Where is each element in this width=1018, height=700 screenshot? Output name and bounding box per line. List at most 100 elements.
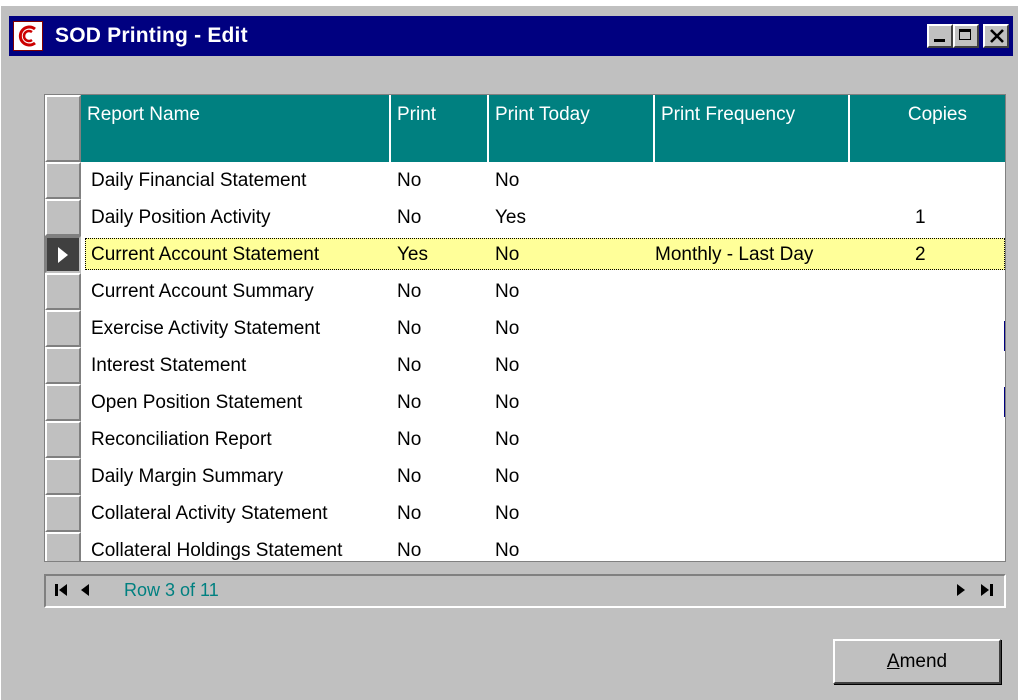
cell-report-name[interactable]: Interest Statement bbox=[91, 347, 391, 384]
cell-report-name[interactable]: Current Account Summary bbox=[91, 273, 391, 310]
cell-print-frequency[interactable] bbox=[655, 421, 845, 458]
cell-print-frequency[interactable] bbox=[655, 532, 845, 561]
cell-print-frequency[interactable] bbox=[655, 199, 845, 236]
cell-print-today[interactable]: No bbox=[495, 347, 645, 384]
cell-report-name[interactable]: Current Account Statement bbox=[91, 236, 391, 273]
column-header-print-today[interactable]: Print Today bbox=[489, 95, 655, 162]
previous-record-icon bbox=[81, 584, 89, 596]
last-record-icon bbox=[981, 584, 993, 596]
cell-print[interactable]: No bbox=[397, 199, 487, 236]
cell-print[interactable]: No bbox=[397, 162, 487, 199]
window: SOD Printing - Edit Report Name Print Pr… bbox=[0, 5, 1018, 700]
row-marker bbox=[1004, 387, 1005, 417]
amend-accelerator: A bbox=[886, 651, 900, 672]
row-selector[interactable] bbox=[45, 310, 81, 347]
cell-print[interactable]: No bbox=[397, 458, 487, 495]
column-header-print[interactable]: Print bbox=[391, 95, 489, 162]
cell-copies[interactable] bbox=[915, 458, 945, 495]
cell-report-name[interactable]: Collateral Activity Statement bbox=[91, 495, 391, 532]
cell-print-today[interactable]: Yes bbox=[495, 199, 645, 236]
grid-corner bbox=[45, 95, 81, 162]
table-row[interactable]: Reconciliation Report No No bbox=[45, 421, 1005, 458]
cell-copies[interactable] bbox=[915, 384, 945, 421]
cell-print[interactable]: No bbox=[397, 347, 487, 384]
cell-copies[interactable] bbox=[915, 421, 945, 458]
cell-print[interactable]: No bbox=[397, 421, 487, 458]
cell-report-name[interactable]: Daily Financial Statement bbox=[91, 162, 391, 199]
row-selector[interactable] bbox=[45, 532, 81, 561]
cell-print-frequency[interactable] bbox=[655, 310, 845, 347]
table-row[interactable]: Interest Statement No No bbox=[45, 347, 1005, 384]
row-selector[interactable] bbox=[45, 199, 81, 236]
reports-grid[interactable]: Report Name Print Print Today Print Freq… bbox=[44, 94, 1006, 562]
row-selector[interactable] bbox=[45, 347, 81, 384]
cell-print-frequency[interactable] bbox=[655, 347, 845, 384]
cell-print-today[interactable]: No bbox=[495, 458, 645, 495]
cell-report-name[interactable]: Reconciliation Report bbox=[91, 421, 391, 458]
table-row[interactable]: Collateral Holdings Statement No No bbox=[45, 532, 1005, 561]
cell-print-today[interactable]: No bbox=[495, 532, 645, 561]
cell-print-today[interactable]: No bbox=[495, 495, 645, 532]
cell-print[interactable]: No bbox=[397, 532, 487, 561]
table-row[interactable]: Current Account Statement Yes No Monthly - … bbox=[45, 236, 1005, 273]
cell-print[interactable]: Yes bbox=[397, 236, 487, 273]
row-selector[interactable] bbox=[45, 162, 81, 199]
row-selector[interactable] bbox=[45, 495, 81, 532]
row-selector[interactable] bbox=[45, 236, 81, 273]
cell-print-frequency[interactable] bbox=[655, 458, 845, 495]
cell-report-name[interactable]: Daily Position Activity bbox=[91, 199, 391, 236]
cell-print-frequency[interactable]: Monthly - Last Day bbox=[655, 236, 845, 273]
row-selector[interactable] bbox=[45, 458, 81, 495]
cell-print-today[interactable]: No bbox=[495, 421, 645, 458]
previous-record-button[interactable] bbox=[76, 580, 98, 602]
cell-report-name[interactable]: Daily Margin Summary bbox=[91, 458, 391, 495]
title-bar[interactable]: SOD Printing - Edit bbox=[9, 16, 1013, 56]
table-row[interactable]: Open Position Statement No No bbox=[45, 384, 1005, 421]
table-row[interactable]: Daily Margin Summary No No bbox=[45, 458, 1005, 495]
cell-print-today[interactable]: No bbox=[495, 310, 645, 347]
amend-label: mend bbox=[899, 651, 948, 672]
next-record-button[interactable] bbox=[952, 580, 974, 602]
column-header-print-frequency[interactable]: Print Frequency bbox=[655, 95, 850, 162]
cell-copies[interactable] bbox=[915, 532, 945, 561]
table-row[interactable]: Collateral Activity Statement No No bbox=[45, 495, 1005, 532]
row-selector[interactable] bbox=[45, 421, 81, 458]
column-header-report-name[interactable]: Report Name bbox=[81, 95, 391, 162]
table-row[interactable]: Current Account Summary No No bbox=[45, 273, 1005, 310]
maximize-button[interactable] bbox=[953, 24, 979, 48]
cell-report-name[interactable]: Collateral Holdings Statement bbox=[91, 532, 391, 561]
amend-button[interactable]: Amend bbox=[833, 639, 1001, 684]
cell-copies[interactable] bbox=[915, 162, 945, 199]
cell-print-frequency[interactable] bbox=[655, 273, 845, 310]
close-button[interactable] bbox=[983, 24, 1009, 48]
cell-print-frequency[interactable] bbox=[655, 162, 845, 199]
row-selector[interactable] bbox=[45, 384, 81, 421]
column-header-copies[interactable]: Copies bbox=[850, 95, 1005, 162]
cell-report-name[interactable]: Exercise Activity Statement bbox=[91, 310, 391, 347]
record-navigator: Row 3 of 11 bbox=[44, 574, 1006, 608]
cell-print[interactable]: No bbox=[397, 273, 487, 310]
cell-print-frequency[interactable] bbox=[655, 384, 845, 421]
cell-print[interactable]: No bbox=[397, 384, 487, 421]
cell-print-today[interactable]: No bbox=[495, 273, 645, 310]
row-selector[interactable] bbox=[45, 273, 81, 310]
last-record-button[interactable] bbox=[976, 580, 998, 602]
cell-print[interactable]: No bbox=[397, 495, 487, 532]
minimize-button[interactable] bbox=[927, 24, 953, 48]
cell-copies[interactable] bbox=[915, 310, 945, 347]
table-row[interactable]: Exercise Activity Statement No No bbox=[45, 310, 1005, 347]
cell-print-today[interactable]: No bbox=[495, 162, 645, 199]
cell-print-today[interactable]: No bbox=[495, 384, 645, 421]
table-row[interactable]: Daily Position Activity No Yes 1 bbox=[45, 199, 1005, 236]
cell-print-today[interactable]: No bbox=[495, 236, 645, 273]
cell-copies[interactable] bbox=[915, 347, 945, 384]
table-row[interactable]: Daily Financial Statement No No bbox=[45, 162, 1005, 199]
cell-copies[interactable]: 2 bbox=[915, 236, 945, 273]
first-record-button[interactable] bbox=[52, 580, 74, 602]
cell-copies[interactable] bbox=[915, 273, 945, 310]
cell-print-frequency[interactable] bbox=[655, 495, 845, 532]
cell-report-name[interactable]: Open Position Statement bbox=[91, 384, 391, 421]
cell-copies[interactable] bbox=[915, 495, 945, 532]
cell-print[interactable]: No bbox=[397, 310, 487, 347]
cell-copies[interactable]: 1 bbox=[915, 199, 945, 236]
